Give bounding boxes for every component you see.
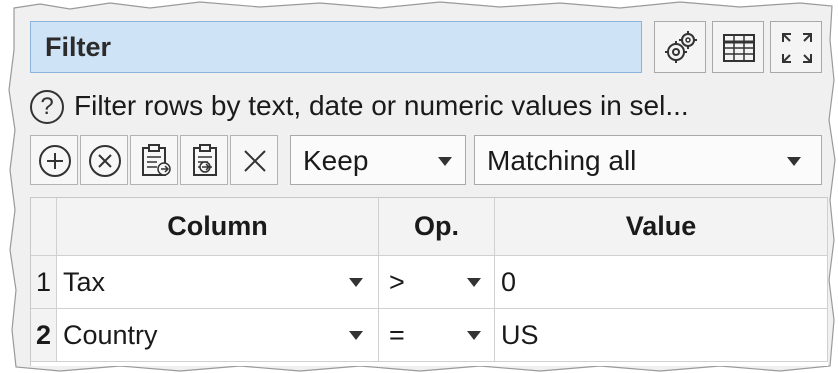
add-row-button[interactable] xyxy=(30,135,78,185)
panel-title-bar: Filter xyxy=(30,21,642,73)
match-select[interactable]: Matching all xyxy=(474,135,822,185)
expand-arrows-icon xyxy=(782,33,812,63)
chevron-down-icon xyxy=(467,278,481,287)
op-select[interactable]: > xyxy=(379,256,495,309)
chevron-down-icon xyxy=(467,331,481,340)
paste-button[interactable] xyxy=(130,135,178,185)
value-header[interactable]: Value xyxy=(495,198,828,256)
row-number: 2 xyxy=(31,309,57,362)
settings-button[interactable] xyxy=(654,21,706,73)
chevron-down-icon xyxy=(438,157,452,166)
value-input-text: US xyxy=(501,320,539,350)
chevron-down-icon xyxy=(349,331,363,340)
column-select[interactable]: Tax xyxy=(57,256,379,309)
op-header[interactable]: Op. xyxy=(379,198,495,256)
value-input[interactable]: 0 xyxy=(495,256,828,309)
x-circle-icon xyxy=(89,145,121,177)
mode-select-value: Keep xyxy=(303,145,369,176)
value-input-text: 0 xyxy=(501,267,517,297)
op-select-value: > xyxy=(389,267,405,297)
remove-row-button[interactable] xyxy=(80,135,128,185)
value-input[interactable]: US xyxy=(495,309,828,362)
plus-circle-icon xyxy=(39,145,71,177)
question-circle-icon[interactable]: ? xyxy=(30,90,64,124)
table-view-button[interactable] xyxy=(712,21,764,73)
column-header[interactable]: Column xyxy=(57,198,379,256)
chevron-down-icon xyxy=(349,278,363,287)
help-row: ? Filter rows by text, date or numeric v… xyxy=(30,86,830,130)
panel-title: Filter xyxy=(45,32,112,62)
match-select-value: Matching all xyxy=(487,145,637,176)
filter-panel: Filter ? Filter rows by text, date or nu… xyxy=(20,14,828,366)
column-select-value: Tax xyxy=(63,267,106,297)
column-select-value: Country xyxy=(63,320,158,350)
op-select-value: = xyxy=(389,320,405,350)
gears-icon xyxy=(665,31,697,63)
close-icon xyxy=(244,150,266,172)
op-select[interactable]: = xyxy=(379,309,495,362)
clipboard-out-icon xyxy=(193,144,217,176)
row-number-header xyxy=(31,198,57,256)
table-icon xyxy=(723,34,755,62)
mode-select[interactable]: Keep xyxy=(290,135,466,185)
row-number: 1 xyxy=(31,256,57,309)
maximize-button[interactable] xyxy=(770,21,822,73)
filter-table: Column Op. Value 1 Tax > 0 2 Country = U… xyxy=(30,197,828,366)
help-text: Filter rows by text, date or numeric val… xyxy=(74,90,689,121)
copy-button[interactable] xyxy=(180,135,228,185)
column-select[interactable]: Country xyxy=(57,309,379,362)
clear-button[interactable] xyxy=(230,135,278,185)
chevron-down-icon xyxy=(787,157,801,166)
clipboard-in-icon xyxy=(142,144,171,176)
